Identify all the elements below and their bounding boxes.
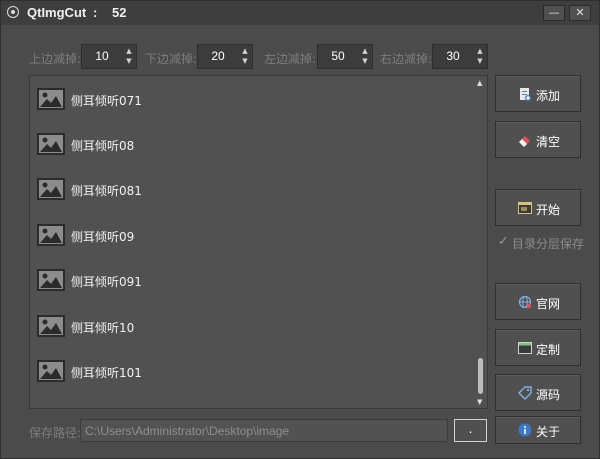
scrollbar-thumb[interactable] xyxy=(478,358,483,394)
left-margin-spinbox[interactable]: 50 ▲ ▼ xyxy=(317,44,373,69)
left-margin-label: 左边减掉: xyxy=(264,52,317,66)
image-placeholder-icon xyxy=(37,360,65,382)
image-placeholder-icon xyxy=(37,133,65,155)
list-item[interactable]: 侧耳倾听09 xyxy=(30,220,470,250)
image-placeholder-icon xyxy=(37,178,65,200)
app-logo-icon xyxy=(7,6,19,18)
image-placeholder-icon xyxy=(37,269,65,291)
start-button-label: 开始 xyxy=(536,203,561,217)
list-item-label: 侧耳倾听10 xyxy=(71,321,135,335)
top-margin-spinbox[interactable]: 10 ▲ ▼ xyxy=(81,44,137,69)
clear-button[interactable]: 清空 xyxy=(495,121,581,158)
spin-up-icon[interactable]: ▲ xyxy=(124,47,134,56)
left-margin-value: 50 xyxy=(331,49,345,63)
list-item[interactable]: 侧耳倾听071 xyxy=(30,84,470,114)
list-item-label: 侧耳倾听091 xyxy=(71,275,142,289)
window-icon xyxy=(518,341,532,355)
add-button-label: 添加 xyxy=(536,89,561,103)
bottom-margin-value: 20 xyxy=(211,49,225,63)
top-margin-value: 10 xyxy=(95,49,109,63)
add-file-icon xyxy=(518,87,532,101)
custom-button[interactable]: 定制 xyxy=(495,329,581,366)
spin-up-icon[interactable]: ▲ xyxy=(240,47,250,56)
source-button[interactable]: 源码 xyxy=(495,374,581,411)
list-item[interactable]: 侧耳倾听081 xyxy=(30,174,470,204)
spin-down-icon[interactable]: ▼ xyxy=(475,57,485,66)
minimize-button[interactable]: — xyxy=(543,5,565,21)
source-button-label: 源码 xyxy=(536,388,561,402)
add-button[interactable]: 添加 xyxy=(495,75,581,112)
spin-down-icon[interactable]: ▼ xyxy=(240,57,250,66)
clear-button-label: 清空 xyxy=(536,135,561,149)
website-button-label: 官网 xyxy=(536,297,561,311)
layered-save-label: 目录分层保存 xyxy=(512,237,585,251)
tag-icon xyxy=(518,386,532,400)
info-icon xyxy=(518,423,532,437)
list-item-label: 侧耳倾听09 xyxy=(71,230,135,244)
app-title: QtImgCut xyxy=(27,5,87,20)
spin-up-icon[interactable]: ▲ xyxy=(475,47,485,56)
spin-down-icon[interactable]: ▼ xyxy=(360,57,370,66)
list-item-label: 侧耳倾听081 xyxy=(71,184,142,198)
checkmark-icon: ✓ xyxy=(498,234,509,249)
list-item[interactable]: 侧耳倾听101 xyxy=(30,356,470,386)
bottom-margin-spinbox[interactable]: 20 ▲ ▼ xyxy=(197,44,253,69)
scroll-up-icon[interactable]: ▲ xyxy=(477,79,482,87)
spin-up-icon[interactable]: ▲ xyxy=(360,47,370,56)
list-item-label: 侧耳倾听08 xyxy=(71,139,135,153)
about-button-label: 关于 xyxy=(536,425,561,439)
image-count: 52 xyxy=(112,5,127,20)
file-list[interactable]: 侧耳倾听071 侧耳倾听08 侧耳倾听081 侧耳倾听09 侧耳倾听091 侧耳… xyxy=(29,75,488,409)
list-item[interactable]: 侧耳倾听10 xyxy=(30,311,470,341)
main-window: QtImgCut : 52 — ✕ 上边减掉: 10 ▲ ▼ 下边减掉: 20 … xyxy=(0,0,600,459)
browse-button[interactable]: . xyxy=(454,419,487,442)
eraser-icon xyxy=(518,133,532,147)
bottom-margin-label: 下边减掉: xyxy=(145,52,198,66)
list-item[interactable]: 侧耳倾听08 xyxy=(30,129,470,159)
start-button[interactable]: 开始 xyxy=(495,189,581,226)
window-icon xyxy=(518,201,532,215)
save-path-label: 保存路径: xyxy=(29,426,82,440)
about-button[interactable]: 关于 xyxy=(495,416,581,444)
title-separator: : xyxy=(93,5,98,20)
top-margin-label: 上边减掉: xyxy=(29,52,82,66)
list-item[interactable]: 侧耳倾听091 xyxy=(30,265,470,295)
right-margin-spinbox[interactable]: 30 ▲ ▼ xyxy=(432,44,488,69)
right-margin-label: 右边减掉: xyxy=(380,52,433,66)
right-margin-value: 30 xyxy=(446,49,460,63)
list-item-label: 侧耳倾听071 xyxy=(71,94,142,108)
spin-down-icon[interactable]: ▼ xyxy=(124,57,134,66)
image-placeholder-icon xyxy=(37,315,65,337)
image-placeholder-icon xyxy=(37,224,65,246)
save-path-field[interactable]: C:\Users\Administrator\Desktop\image xyxy=(80,419,448,442)
globe-icon xyxy=(518,295,532,309)
website-button[interactable]: 官网 xyxy=(495,283,581,320)
title-bar: QtImgCut : 52 — ✕ xyxy=(1,1,599,25)
close-button[interactable]: ✕ xyxy=(569,5,591,21)
list-item-label: 侧耳倾听101 xyxy=(71,366,142,380)
custom-button-label: 定制 xyxy=(536,343,561,357)
image-placeholder-icon xyxy=(37,88,65,110)
scroll-down-icon[interactable]: ▼ xyxy=(477,398,482,406)
